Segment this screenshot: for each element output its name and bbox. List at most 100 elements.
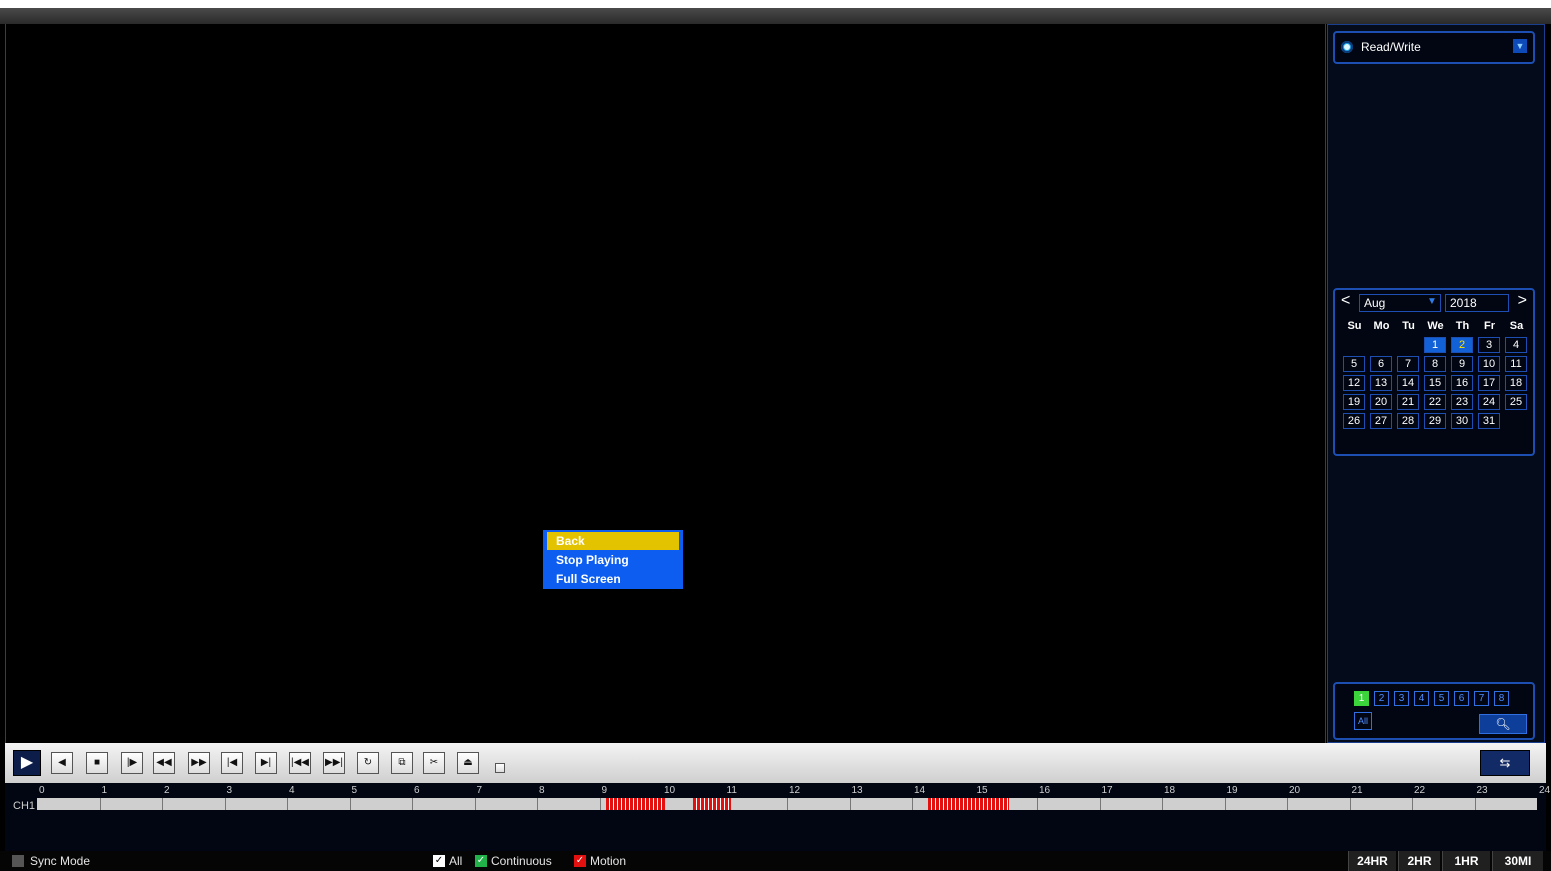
fast-forward-button[interactable]: ▶▶ [188, 752, 210, 774]
calendar-day[interactable]: 14 [1397, 375, 1419, 391]
filter-continuous-label: Continuous [491, 854, 552, 868]
zoom-1hr-button[interactable]: 1HR [1442, 851, 1490, 871]
calendar-day[interactable]: 10 [1478, 356, 1500, 372]
rewind-button[interactable]: ◀◀ [153, 752, 175, 774]
hour-tick-label: 19 [1226, 785, 1238, 796]
calendar-day[interactable]: 30 [1451, 413, 1473, 429]
hour-divider [537, 798, 538, 810]
backup-icon: ⏏ [463, 757, 473, 768]
channel-selector: 12345678 All 🔍︎ [1333, 682, 1535, 740]
hour-tick-label: 23 [1476, 785, 1488, 796]
calendar-day[interactable]: 21 [1397, 394, 1419, 410]
stop-button[interactable]: ■ [86, 752, 108, 774]
play-button[interactable]: ▶ [13, 750, 41, 776]
zoom-30mi-button[interactable]: 30MI [1492, 851, 1543, 871]
prev-frame-icon: ◀ [58, 757, 66, 768]
weekday-label: We [1427, 320, 1444, 332]
clip-icon: ✂ [429, 757, 439, 768]
calendar-day[interactable]: 16 [1451, 375, 1473, 391]
skip-forward-icon: ▶▶| [325, 757, 343, 768]
clip-button[interactable]: ✂ [423, 752, 445, 774]
channel-button-2[interactable]: 2 [1374, 691, 1389, 706]
context-menu-back[interactable]: Back [547, 532, 679, 550]
calendar-day[interactable]: 19 [1343, 394, 1365, 410]
prev-record-button[interactable]: |◀ [221, 752, 243, 774]
skip-back-button[interactable]: |◀◀ [289, 752, 311, 774]
hour-tick-label: 9 [601, 785, 608, 796]
fast-forward-icon: ▶▶ [191, 757, 207, 768]
calendar-day[interactable]: 24 [1478, 394, 1500, 410]
calendar-day[interactable]: 31 [1478, 413, 1500, 429]
year-field[interactable]: 2018 [1445, 294, 1509, 312]
calendar-day[interactable]: 12 [1343, 375, 1365, 391]
channel-button-8[interactable]: 8 [1494, 691, 1509, 706]
calendar-day[interactable]: 20 [1370, 394, 1392, 410]
calendar-day[interactable]: 25 [1505, 394, 1527, 410]
channel-button-4[interactable]: 4 [1414, 691, 1429, 706]
slow-button[interactable]: |▶ [121, 752, 143, 774]
calendar-day[interactable]: 2 [1451, 337, 1473, 353]
filter-continuous-checkbox[interactable]: ✓ [475, 855, 487, 867]
channel-button-6[interactable]: 6 [1454, 691, 1469, 706]
calendar-day[interactable]: 4 [1505, 337, 1527, 353]
calendar-day[interactable]: 5 [1343, 356, 1365, 372]
hour-tick-label: 24 [1539, 785, 1551, 796]
hour-tick-label: 10 [664, 785, 676, 796]
channel-button-7[interactable]: 7 [1474, 691, 1489, 706]
calendar-day[interactable]: 9 [1451, 356, 1473, 372]
calendar-day[interactable]: 29 [1424, 413, 1446, 429]
playback-control-bar: ▶ ◀ ■ |▶ ◀◀ ▶▶ |◀ ▶| |◀◀ ▶▶| ↻ ⧉ ✂ ⏏ ⇆ [5, 743, 1546, 783]
chevron-down-icon[interactable]: ▼ [1513, 39, 1527, 53]
timeline[interactable]: 0 1 2 3 4 5 6 7 8 9 10 11 12 13 14 15 16 17 18 19 20 21 22 23 24… [5, 783, 1550, 851]
calendar-day[interactable]: 7 [1397, 356, 1419, 372]
switch-button[interactable]: ⇆ [1480, 750, 1530, 776]
channel-all-button[interactable]: All [1354, 712, 1372, 730]
backup-button[interactable]: ⏏ [457, 752, 479, 774]
next-record-button[interactable]: ▶| [255, 752, 277, 774]
weekday-label: Th [1455, 320, 1470, 332]
calendar-day[interactable]: 22 [1424, 394, 1446, 410]
sync-mode-checkbox[interactable] [12, 855, 24, 867]
filter-motion-checkbox[interactable]: ✓ [574, 855, 586, 867]
calendar-day[interactable]: 23 [1451, 394, 1473, 410]
hour-divider [1287, 798, 1288, 810]
calendar-day[interactable]: 3 [1478, 337, 1500, 353]
chevron-down-icon[interactable]: ▼ [1425, 294, 1439, 310]
hour-tick-label: 2 [164, 785, 170, 796]
calendar-day[interactable]: 13 [1370, 375, 1392, 391]
calendar-day[interactable]: 6 [1370, 356, 1392, 372]
calendar-day[interactable]: 18 [1505, 375, 1527, 391]
hour-divider [849, 798, 851, 810]
small-square-button[interactable] [495, 763, 505, 773]
calendar-day[interactable]: 28 [1397, 413, 1419, 429]
radio-icon [1341, 41, 1353, 53]
calendar-day[interactable]: 17 [1478, 375, 1500, 391]
hour-tick-label: 6 [414, 785, 420, 796]
prev-frame-button[interactable]: ◀ [51, 752, 73, 774]
skip-back-icon: |◀◀ [291, 757, 309, 768]
calendar-day[interactable]: 26 [1343, 413, 1365, 429]
calendar-day[interactable]: 15 [1424, 375, 1446, 391]
chevron-right-icon[interactable]: > [1518, 292, 1527, 310]
hour-divider [787, 798, 788, 810]
channel-button-1[interactable]: 1 [1354, 691, 1369, 706]
playback-video-area[interactable] [5, 24, 1326, 743]
calendar-day[interactable]: 11 [1505, 356, 1527, 372]
multi-screen-button[interactable]: ⧉ [391, 752, 413, 774]
skip-forward-button[interactable]: ▶▶| [323, 752, 345, 774]
context-menu-full-screen[interactable]: Full Screen [547, 570, 679, 588]
refresh-button[interactable]: ↻ [357, 752, 379, 774]
zoom-24hr-button[interactable]: 24HR [1348, 851, 1396, 871]
search-button[interactable]: 🔍︎ [1479, 714, 1527, 734]
filter-all-checkbox[interactable]: ✓ [433, 855, 445, 867]
channel-button-3[interactable]: 3 [1394, 691, 1409, 706]
context-menu-stop-playing[interactable]: Stop Playing [547, 551, 679, 569]
hour-divider [412, 798, 413, 810]
calendar-day[interactable]: 8 [1424, 356, 1446, 372]
channel-button-5[interactable]: 5 [1434, 691, 1449, 706]
calendar-day[interactable]: 1 [1424, 337, 1446, 353]
read-write-selector[interactable]: Read/Write ▼ [1333, 31, 1535, 64]
zoom-2hr-button[interactable]: 2HR [1398, 851, 1440, 871]
chevron-left-icon[interactable]: < [1341, 292, 1350, 310]
calendar-day[interactable]: 27 [1370, 413, 1392, 429]
